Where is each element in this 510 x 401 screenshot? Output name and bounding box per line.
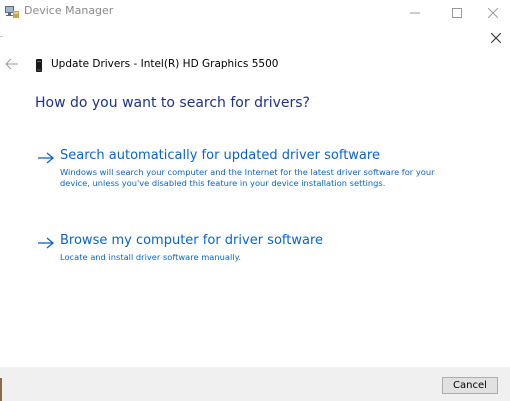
left-edge-mark <box>0 36 3 37</box>
option-title: Search automatically for updated driver … <box>60 148 380 163</box>
dialog-close-button[interactable] <box>487 28 505 46</box>
device-manager-icon <box>4 4 20 18</box>
maximize-button[interactable] <box>440 0 474 24</box>
close-icon <box>490 28 502 47</box>
option-title: Browse my computer for driver software <box>60 233 323 248</box>
arrow-right-icon <box>37 235 55 249</box>
left-edge-mark <box>0 378 2 401</box>
option-description: Windows will search your computer and th… <box>60 167 435 188</box>
back-arrow-icon <box>5 55 19 74</box>
option-description: Locate and install driver software manua… <box>60 252 241 262</box>
device-manager-window: Device Manager Update Drivers - Intel(R)… <box>0 0 510 401</box>
dialog-title: Update Drivers - Intel(R) HD Graphics 55… <box>51 58 279 70</box>
arrow-right-icon <box>37 150 55 164</box>
window-title: Device Manager <box>24 4 114 17</box>
window-close-button[interactable] <box>476 0 510 24</box>
dialog-footer: Cancel <box>0 367 510 401</box>
maximize-icon <box>452 3 462 22</box>
page-heading: How do you want to search for drivers? <box>35 95 310 111</box>
close-icon <box>487 3 499 22</box>
back-button[interactable] <box>2 56 22 72</box>
minimize-icon <box>410 3 420 22</box>
minimize-button[interactable] <box>398 0 432 24</box>
cancel-button[interactable]: Cancel <box>442 377 498 394</box>
title-bar[interactable]: Device Manager <box>0 0 510 24</box>
graphics-device-icon <box>34 58 44 72</box>
